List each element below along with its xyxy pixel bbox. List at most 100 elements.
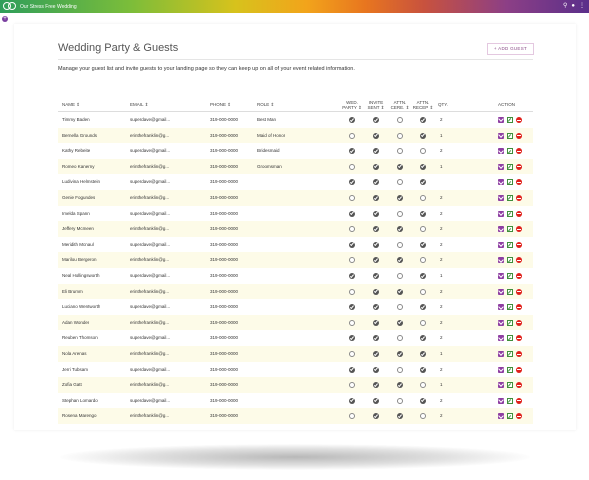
invite-sent-radio[interactable] [373, 210, 379, 217]
edit-icon[interactable] [507, 397, 513, 404]
search-icon[interactable]: ⚲ [563, 2, 567, 10]
invite-sent-radio[interactable] [373, 288, 379, 295]
wed-party-radio[interactable] [349, 272, 355, 279]
column-header-name[interactable]: NAME ⇕ [62, 98, 80, 111]
email-invite-icon[interactable] [498, 335, 504, 342]
attn-cere-radio[interactable] [397, 304, 403, 311]
attn-cere-radio[interactable] [397, 335, 403, 342]
invite-sent-radio[interactable] [373, 148, 379, 155]
invite-sent-radio[interactable] [373, 366, 379, 373]
wed-party-radio[interactable] [349, 335, 355, 342]
attn-recep-radio[interactable] [420, 210, 426, 217]
invite-sent-radio[interactable] [373, 335, 379, 342]
invite-sent-radio[interactable] [373, 272, 379, 279]
edit-icon[interactable] [507, 163, 513, 170]
wed-party-radio[interactable] [349, 288, 355, 295]
delete-icon[interactable] [516, 382, 522, 389]
delete-icon[interactable] [516, 194, 522, 201]
attn-recep-radio[interactable] [420, 319, 426, 326]
email-invite-icon[interactable] [498, 148, 504, 155]
delete-icon[interactable] [516, 413, 522, 420]
email-invite-icon[interactable] [498, 366, 504, 373]
email-invite-icon[interactable] [498, 350, 504, 357]
attn-cere-radio[interactable] [397, 272, 403, 279]
edit-icon[interactable] [507, 304, 513, 311]
delete-icon[interactable] [516, 132, 522, 139]
delete-icon[interactable] [516, 288, 522, 295]
edit-icon[interactable] [507, 335, 513, 342]
attn-recep-radio[interactable] [420, 382, 426, 389]
attn-cere-radio[interactable] [397, 257, 403, 264]
delete-icon[interactable] [516, 350, 522, 357]
attn-recep-radio[interactable] [420, 132, 426, 139]
invite-sent-radio[interactable] [373, 350, 379, 357]
edit-icon[interactable] [507, 179, 513, 186]
email-invite-icon[interactable] [498, 210, 504, 217]
edit-icon[interactable] [507, 117, 513, 123]
attn-recep-radio[interactable] [420, 226, 426, 233]
delete-icon[interactable] [516, 179, 522, 186]
wed-party-radio[interactable] [349, 226, 355, 233]
delete-icon[interactable] [516, 241, 522, 248]
delete-icon[interactable] [516, 117, 522, 123]
column-header-role[interactable]: ROLE ⇕ [257, 98, 274, 111]
delete-icon[interactable] [516, 304, 522, 311]
invite-sent-radio[interactable] [373, 179, 379, 186]
edit-icon[interactable] [507, 413, 513, 420]
attn-recep-radio[interactable] [420, 366, 426, 373]
invite-sent-radio[interactable] [373, 319, 379, 326]
attn-recep-radio[interactable] [420, 304, 426, 311]
invite-sent-radio[interactable] [373, 117, 379, 123]
edit-icon[interactable] [507, 350, 513, 357]
attn-recep-radio[interactable] [420, 257, 426, 264]
edit-icon[interactable] [507, 194, 513, 201]
email-invite-icon[interactable] [498, 319, 504, 326]
attn-recep-radio[interactable] [420, 163, 426, 170]
edit-icon[interactable] [507, 366, 513, 373]
wed-party-radio[interactable] [349, 241, 355, 248]
email-invite-icon[interactable] [498, 413, 504, 420]
attn-recep-radio[interactable] [420, 179, 426, 186]
invite-sent-radio[interactable] [373, 304, 379, 311]
attn-cere-radio[interactable] [397, 397, 403, 404]
email-invite-icon[interactable] [498, 179, 504, 186]
invite-sent-radio[interactable] [373, 163, 379, 170]
wed-party-radio[interactable] [349, 210, 355, 217]
attn-recep-radio[interactable] [420, 241, 426, 248]
info-icon[interactable]: ● [571, 2, 575, 10]
edit-icon[interactable] [507, 382, 513, 389]
add-icon[interactable]: + [2, 16, 8, 22]
wed-party-radio[interactable] [349, 319, 355, 326]
attn-cere-radio[interactable] [397, 163, 403, 170]
delete-icon[interactable] [516, 397, 522, 404]
invite-sent-radio[interactable] [373, 132, 379, 139]
wed-party-radio[interactable] [349, 194, 355, 201]
delete-icon[interactable] [516, 366, 522, 373]
wed-party-radio[interactable] [349, 304, 355, 311]
attn-recep-radio[interactable] [420, 397, 426, 404]
wed-party-radio[interactable] [349, 148, 355, 155]
wed-party-radio[interactable] [349, 366, 355, 373]
invite-sent-radio[interactable] [373, 397, 379, 404]
email-invite-icon[interactable] [498, 117, 504, 123]
attn-cere-radio[interactable] [397, 319, 403, 326]
wed-party-radio[interactable] [349, 382, 355, 389]
edit-icon[interactable] [507, 288, 513, 295]
more-vertical-icon[interactable]: ⋮ [579, 2, 585, 10]
add-guest-button[interactable]: + ADD GUEST [487, 43, 534, 55]
attn-recep-radio[interactable] [420, 272, 426, 279]
attn-cere-radio[interactable] [397, 350, 403, 357]
wed-party-radio[interactable] [349, 163, 355, 170]
delete-icon[interactable] [516, 226, 522, 233]
attn-recep-radio[interactable] [420, 288, 426, 295]
invite-sent-radio[interactable] [373, 241, 379, 248]
brand[interactable]: Our Stress Free Wedding [3, 1, 77, 12]
attn-recep-radio[interactable] [420, 413, 426, 420]
invite-sent-radio[interactable] [373, 413, 379, 420]
edit-icon[interactable] [507, 241, 513, 248]
wed-party-radio[interactable] [349, 413, 355, 420]
attn-cere-radio[interactable] [397, 210, 403, 217]
email-invite-icon[interactable] [498, 304, 504, 311]
attn-cere-radio[interactable] [397, 148, 403, 155]
email-invite-icon[interactable] [498, 272, 504, 279]
